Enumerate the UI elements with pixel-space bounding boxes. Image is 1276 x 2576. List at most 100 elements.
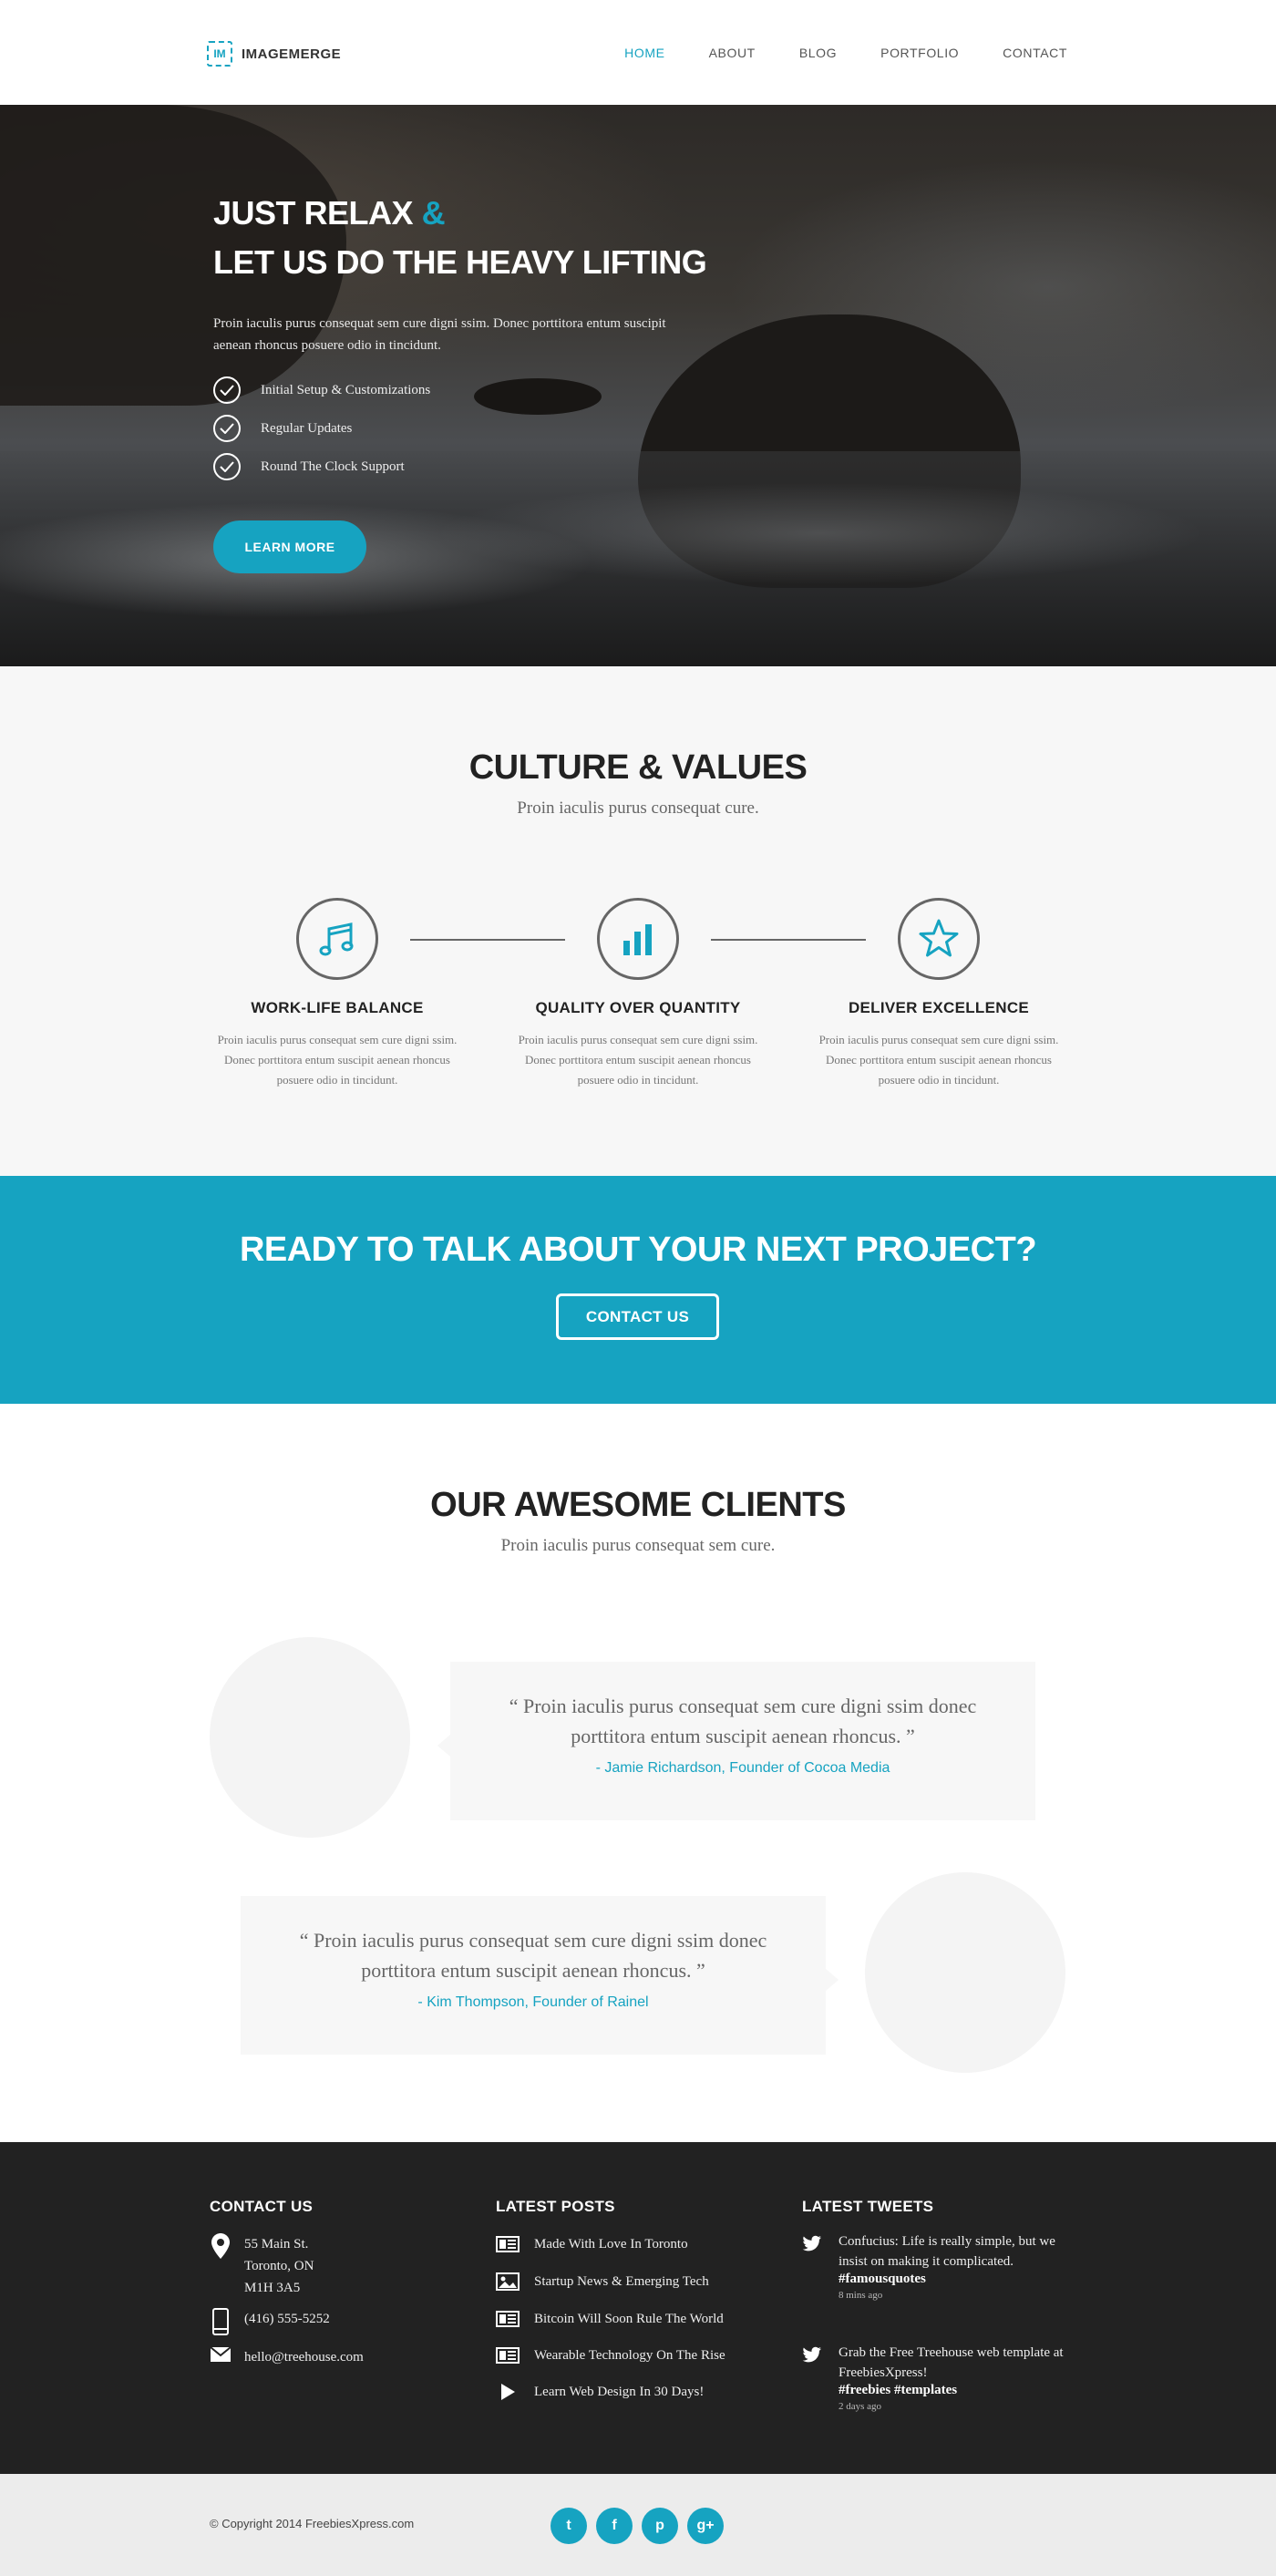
testimonial-quote: “ Proin iaculis purus consequat sem cure…: [509, 1695, 977, 1747]
clients-section: OUR AWESOME CLIENTS Proin iaculis purus …: [0, 1404, 1276, 2142]
testimonial-card: “ Proin iaculis purus consequat sem cure…: [437, 1662, 1035, 1820]
testimonial-author: - Jamie Richardson, Founder of Cocoa Med…: [595, 1760, 890, 1776]
email-link[interactable]: hello@treehouse.com: [244, 2346, 364, 2368]
value-description: Proin iaculis purus consequat sem cure d…: [818, 1033, 1059, 1087]
tweet-hashtags[interactable]: #famousquotes: [839, 2272, 1066, 2287]
star-icon: [898, 898, 980, 980]
value-title: WORK-LIFE BALANCE: [251, 999, 424, 1016]
post-item[interactable]: Learn Web Design In 30 Days!: [496, 2381, 704, 2403]
post-item[interactable]: Wearable Technology On The Rise: [496, 2344, 725, 2366]
logo-mark-icon: IM: [207, 41, 232, 67]
envelope-icon: [210, 2346, 232, 2363]
article-icon: [496, 2347, 520, 2364]
contact-us-button[interactable]: CONTACT US: [556, 1293, 719, 1340]
culture-title: CULTURE & VALUES: [468, 748, 808, 787]
music-note-icon: [296, 898, 378, 980]
checklist-label: Regular Updates: [261, 420, 353, 436]
address-line: 55 Main St.: [244, 2237, 309, 2251]
hero-title: JUST RELAX & LET US DO THE HEAVY LIFTING: [213, 189, 870, 287]
phone-number[interactable]: (416) 555-5252: [244, 2308, 330, 2330]
contact-address: 55 Main St. Toronto, ON M1H 3A5: [210, 2233, 314, 2299]
hero-description: Proin iaculis purus consequat sem cure d…: [213, 316, 666, 353]
clients-subtitle: Proin iaculis purus consequat sem cure.: [500, 1536, 776, 1555]
nav-about[interactable]: ABOUT: [709, 46, 756, 60]
connector-line: [410, 939, 565, 941]
tweet-text: Confucius: Life is really simple, but we…: [839, 2234, 1055, 2269]
post-link[interactable]: Bitcoin Will Soon Rule The World: [534, 2308, 724, 2330]
value-description: Proin iaculis purus consequat sem cure d…: [518, 1033, 758, 1087]
hero-title-line1: JUST RELAX: [213, 194, 414, 232]
facebook-icon[interactable]: f: [596, 2508, 633, 2544]
post-link[interactable]: Made With Love In Toronto: [534, 2233, 688, 2255]
image-icon: [496, 2272, 520, 2291]
site-header: IM IMAGEMERGE HOME ABOUT BLOG PORTFOLIO …: [0, 0, 1276, 105]
clients-title: OUR AWESOME CLIENTS: [430, 1486, 846, 1524]
avatar: [865, 1872, 1065, 2073]
checklist-item: Initial Setup & Customizations: [213, 371, 870, 409]
posts-title: LATEST POSTS: [496, 2198, 615, 2215]
twitter-icon[interactable]: t: [551, 2508, 587, 2544]
twitter-bird-icon: [802, 2235, 822, 2256]
hero-title-line2: LET US DO THE HEAVY LIFTING: [213, 243, 707, 281]
contact-title: CONTACT US: [210, 2198, 314, 2215]
logo-text: IMAGEMERGE: [242, 46, 342, 62]
tweet-hashtags[interactable]: #freebies #templates: [839, 2383, 1066, 2398]
twitter-bird-icon: [802, 2346, 822, 2367]
location-pin-icon: [210, 2233, 232, 2259]
site-footer: CONTACT US 55 Main St. Toronto, ON M1H 3…: [0, 2142, 1276, 2474]
tweet-item: Confucius: Life is really simple, but we…: [802, 2231, 1066, 2301]
post-link[interactable]: Wearable Technology On The Rise: [534, 2344, 725, 2366]
connector-line: [711, 939, 866, 941]
testimonial-card: “ Proin iaculis purus consequat sem cure…: [241, 1896, 839, 2055]
check-icon: [213, 415, 241, 442]
hero-section: JUST RELAX & LET US DO THE HEAVY LIFTING…: [0, 105, 1276, 666]
avatar: [210, 1637, 410, 1838]
checklist-item: Round The Clock Support: [213, 448, 870, 486]
post-item[interactable]: Bitcoin Will Soon Rule The World: [496, 2308, 724, 2330]
testimonial-quote: “ Proin iaculis purus consequat sem cure…: [299, 1929, 767, 1982]
play-icon: [496, 2383, 520, 2401]
checklist-item: Regular Updates: [213, 409, 870, 448]
logo[interactable]: IM IMAGEMERGE: [207, 41, 341, 67]
value-title: DELIVER EXCELLENCE: [848, 999, 1030, 1016]
tweet-item: Grab the Free Treehouse web template at …: [802, 2343, 1066, 2412]
learn-more-button[interactable]: LEARN MORE: [213, 520, 366, 573]
bottom-bar: © Copyright 2014 FreebiesXpress.com t f …: [0, 2474, 1276, 2576]
post-item[interactable]: Startup News & Emerging Tech: [496, 2271, 709, 2293]
google-plus-icon[interactable]: g+: [687, 2508, 724, 2544]
cta-section: READY TO TALK ABOUT YOUR NEXT PROJECT? C…: [0, 1176, 1276, 1404]
tweet-text: Grab the Free Treehouse web template at …: [839, 2345, 1064, 2380]
copyright-text: © Copyright 2014 FreebiesXpress.com: [210, 2517, 415, 2530]
post-item[interactable]: Made With Love In Toronto: [496, 2233, 688, 2255]
tweet-time: 8 mins ago: [839, 2290, 883, 2301]
pinterest-icon[interactable]: p: [642, 2508, 678, 2544]
post-link[interactable]: Startup News & Emerging Tech: [534, 2271, 709, 2293]
address-line: Toronto, ON: [244, 2259, 314, 2273]
testimonial-author: - Kim Thompson, Founder of Rainel: [417, 1994, 649, 2010]
tweets-title: LATEST TWEETS: [802, 2198, 934, 2215]
contact-phone: (416) 555-5252: [210, 2308, 330, 2335]
value-description: Proin iaculis purus consequat sem cure d…: [217, 1033, 458, 1087]
value-title: QUALITY OVER QUANTITY: [535, 999, 741, 1016]
checklist-label: Round The Clock Support: [261, 459, 405, 474]
checklist-label: Initial Setup & Customizations: [261, 382, 431, 397]
contact-email: hello@treehouse.com: [210, 2346, 364, 2368]
post-link[interactable]: Learn Web Design In 30 Days!: [534, 2381, 704, 2403]
hero-checklist: Initial Setup & Customizations Regular U…: [213, 371, 870, 486]
article-icon: [496, 2236, 520, 2252]
check-icon: [213, 453, 241, 480]
hero-title-amp: &: [421, 194, 446, 232]
main-nav: HOME ABOUT BLOG PORTFOLIO CONTACT: [581, 46, 1067, 60]
address-line: M1H 3A5: [244, 2281, 301, 2295]
hero-content: JUST RELAX & LET US DO THE HEAVY LIFTING…: [213, 189, 870, 486]
nav-blog[interactable]: BLOG: [799, 46, 837, 60]
bar-chart-icon: [597, 898, 679, 980]
phone-icon: [210, 2308, 232, 2335]
nav-portfolio[interactable]: PORTFOLIO: [880, 46, 959, 60]
nav-contact[interactable]: CONTACT: [1003, 46, 1067, 60]
article-icon: [496, 2311, 520, 2327]
culture-subtitle: Proin iaculis purus consequat cure.: [517, 799, 759, 818]
nav-home[interactable]: HOME: [624, 46, 664, 60]
culture-section: CULTURE & VALUES Proin iaculis purus con…: [0, 666, 1276, 1176]
cta-title: READY TO TALK ABOUT YOUR NEXT PROJECT?: [239, 1231, 1037, 1269]
